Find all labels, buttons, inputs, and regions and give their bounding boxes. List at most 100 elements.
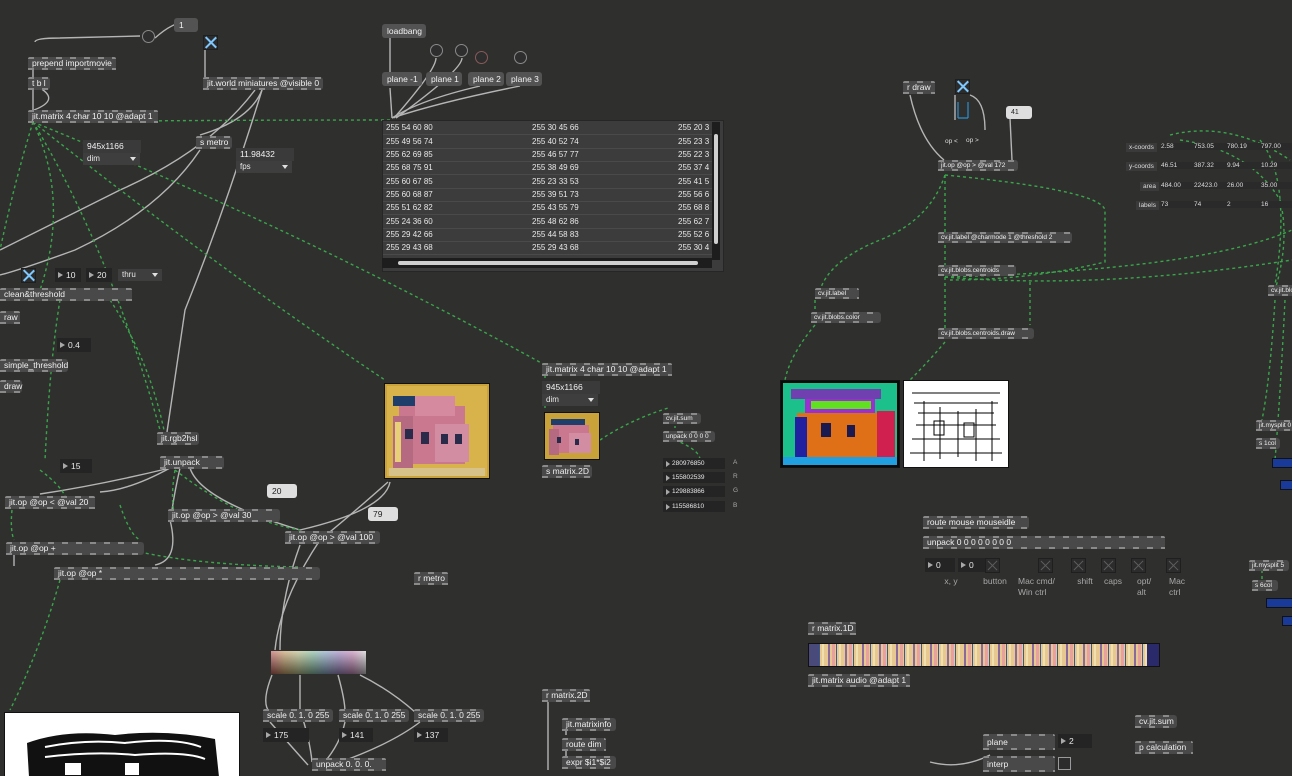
bang-plane-2[interactable] [455,44,468,57]
toggle-clean[interactable] [21,268,36,283]
bang-button[interactable] [142,30,155,43]
bang-plane-3[interactable] [475,51,488,64]
cv-jit-blobs-partial-object[interactable]: cv.jit.blo [1268,285,1292,296]
cv-jit-blobs-centroids-draw-object[interactable]: cv.jit.blobs.centroids.draw [938,328,1034,339]
number-20[interactable]: 20 [86,268,112,282]
p-calculation-object[interactable]: p calculation [1135,741,1193,754]
jit-op-greater-30-object[interactable]: jit.op @op > @val 30 [168,509,280,522]
plane-2-message[interactable]: plane 2 [468,72,504,86]
number-0-4[interactable]: 0.4 [57,338,91,352]
table-row[interactable]: 255 51 62 82 255 43 55 79 255 68 8 [383,201,713,215]
table-vertical-scroll-thumb[interactable] [714,134,718,244]
s-6col-object[interactable]: s 6col [1252,580,1278,591]
table-row[interactable]: 255 49 56 74 255 40 52 74 255 23 3 [383,135,713,149]
number-79-float[interactable]: 79 [368,507,398,521]
jit-world-object[interactable]: jit.world miniatures @visible 0 [203,77,323,90]
jit-op-greater-100-object[interactable]: jit.op @op > @val 100 [285,531,380,544]
sum-g-number[interactable]: 129883866 [663,486,725,497]
jit-cellblock-table[interactable]: 255 54 60 80 255 30 45 66 255 20 3 255 49 … [382,120,724,272]
number-41-float[interactable]: 41 [1006,106,1032,119]
sum-b-number[interactable]: 115586810 [663,501,725,512]
dim-menu[interactable]: dim [83,153,140,165]
message-1[interactable]: 1 [174,18,198,32]
plane-number[interactable]: 2 [1058,734,1092,748]
number-137[interactable]: 137 [414,728,448,742]
jit-op-172-object[interactable]: jit.op @op > @val 172 [938,160,1018,171]
draw-object[interactable]: draw [0,380,22,393]
plane-minus-1-message[interactable]: plane -1 [382,72,422,86]
table-row[interactable]: 255 54 60 80 255 30 45 66 255 20 3 [383,121,713,135]
jit-matrix-audio-object[interactable]: jit.matrix audio @adapt 1 [808,674,910,687]
table-row[interactable]: 255 29 42 66 255 44 58 83 255 52 6 [383,228,713,242]
table-row[interactable]: 255 24 36 60 255 48 62 86 255 62 7 [383,215,713,229]
jit-mysplit-5-object[interactable]: jit.mysplit 5 [1249,560,1289,571]
r-metro-object[interactable]: r metro [414,572,448,585]
plane-3-message[interactable]: plane 3 [506,72,542,86]
s-1col-object[interactable]: s 1col [1256,438,1280,449]
sum-a-number[interactable]: 280976850 [663,458,725,469]
mac-ctrl-toggle[interactable] [1166,558,1181,573]
jit-mysplit-0-object[interactable]: jit.mysplit 0 [1256,420,1292,431]
fps-menu[interactable]: fps [236,161,292,173]
s-metro-object[interactable]: s metro [196,136,232,149]
mouse-x-number[interactable]: 0 [925,558,955,572]
table-row[interactable]: 255 60 67 85 255 23 33 53 255 41 5 [383,175,713,189]
table-row[interactable]: 255 29 43 68 255 29 43 68 255 30 4 [383,241,713,255]
fps-number[interactable]: 11.98432 [236,148,294,161]
loadbang-object[interactable]: loadbang [382,24,426,38]
opt-toggle[interactable] [1131,558,1146,573]
cv-jit-blobs-color-object[interactable]: cv.jit.blobs.color [811,312,881,323]
jit-matrixinfo-object[interactable]: jit.matrixinfo [562,718,616,731]
cv-jit-blobs-centroids-object[interactable]: cv.jit.blobs.centroids [938,265,1016,276]
plane-1-message[interactable]: plane 1 [426,72,462,86]
jit-op-plus-object[interactable]: jit.op @op + [6,542,144,555]
dim-menu-2[interactable]: dim [542,394,598,406]
interp-checkbox[interactable] [1058,757,1071,770]
jit-op-multiply-object[interactable]: jit.op @op * [54,567,320,580]
table-row[interactable]: 255 68 75 91 255 38 49 69 255 37 4 [383,161,713,175]
thru-menu[interactable]: thru [118,269,162,281]
route-mouse-object[interactable]: route mouse mouseidle [923,516,1029,529]
raw-object[interactable]: raw [0,311,20,324]
table-row[interactable]: 255 60 68 87 255 39 51 73 255 56 6 [383,188,713,202]
unpack-float-object[interactable]: unpack 0. 0. 0. [312,758,386,771]
scale-object-3[interactable]: scale 0. 1. 0 255 [414,709,484,722]
cv-jit-label-charmode-object[interactable]: cv.jit.label @charmode 1 @threshold 2 [938,232,1072,243]
bang-plane-1[interactable] [430,44,443,57]
shift-toggle[interactable] [1071,558,1086,573]
sum-r-number[interactable]: 155802539 [663,472,725,483]
number-20-float[interactable]: 20 [267,484,297,498]
r-matrix-1d-object[interactable]: r matrix.1D [808,622,856,635]
prepend-importmovie-object[interactable]: prepend importmovie [28,57,116,70]
r-matrix-2d-object[interactable]: r matrix.2D [542,689,590,702]
number-15[interactable]: 15 [60,459,92,473]
route-dim-object[interactable]: route dim [562,738,606,751]
r-draw-object[interactable]: r draw [903,81,935,94]
op-less-label[interactable]: op < [945,138,958,145]
unpack-4-object[interactable]: unpack 0 0 0 0 [663,431,715,442]
mouse-y-number[interactable]: 0 [958,558,988,572]
simple-threshold-object[interactable]: simple_threshold [0,359,68,372]
number-175[interactable]: 175 [263,728,309,742]
cv-jit-sum-object[interactable]: cv.jit.sum [663,413,701,424]
table-row[interactable]: 255 62 69 85 255 46 57 77 255 22 3 [383,148,713,162]
caps-toggle[interactable] [1101,558,1116,573]
jit-matrix-2-object[interactable]: jit.matrix 4 char 10 10 @adapt 1 [542,363,672,376]
color-swatch[interactable] [271,651,366,674]
jit-op-less-than-object[interactable]: jit.op @op < @val 20 [5,496,95,509]
number-10[interactable]: 10 [55,268,81,282]
jit-unpack-object[interactable]: jit.unpack [160,456,224,469]
mac-cmd-toggle[interactable] [1038,558,1053,573]
scale-object-2[interactable]: scale 0. 1. 0 255 [339,709,409,722]
number-141[interactable]: 141 [339,728,373,742]
s-matrix-2d-object[interactable]: s matrix.2D [542,465,592,478]
clean-threshold-object[interactable]: clean&threshold [0,288,132,301]
scale-object-1[interactable]: scale 0. 1. 0 255 [263,709,333,722]
cv-jit-sum-object-2[interactable]: cv.jit.sum [1135,715,1177,728]
toggle-op[interactable] [955,79,970,94]
bang-plane-4[interactable] [514,51,527,64]
table-horizontal-scroll-thumb[interactable] [398,261,698,265]
trigger-object[interactable]: t b l [28,77,50,90]
max-patcher-canvas[interactable]: 1 loadbang plane -1 plane 1 plane 2 plan… [0,0,1292,776]
unpack-8-object[interactable]: unpack 0 0 0 0 0 0 0 0 [923,536,1165,549]
